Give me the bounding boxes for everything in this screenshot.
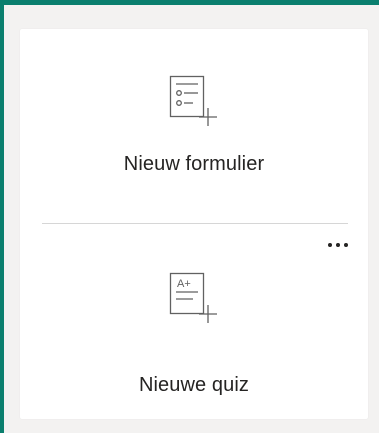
- new-quiz-tile[interactable]: A+ Nieuwe quiz: [20, 224, 368, 414]
- new-content-panel: Nieuw formulier A+ Nieuwe quiz: [4, 5, 379, 433]
- new-form-label: Nieuw formulier: [123, 153, 265, 175]
- new-content-card: Nieuw formulier A+ Nieuwe quiz: [20, 29, 368, 419]
- new-form-tile[interactable]: Nieuw formulier: [20, 29, 368, 219]
- form-add-icon: [169, 75, 217, 126]
- quiz-icon-text: A+: [177, 278, 191, 290]
- quiz-add-icon: A+: [169, 272, 217, 323]
- new-quiz-label: Nieuwe quiz: [138, 374, 250, 396]
